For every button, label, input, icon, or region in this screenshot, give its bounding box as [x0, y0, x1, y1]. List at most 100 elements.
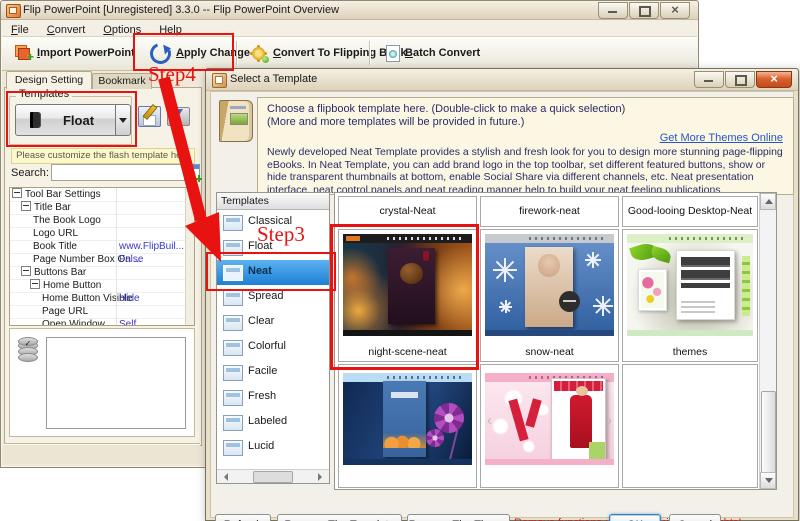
template-description: Newly developed Neat Template provides a…	[267, 146, 784, 196]
template-grid-vscrollbar[interactable]	[759, 193, 776, 489]
template-item-clear[interactable]: Clear	[217, 310, 329, 335]
collapse-icon[interactable]	[12, 188, 22, 198]
template-cell-snow-neat[interactable]: snow-neat	[480, 229, 619, 362]
template-item-spread[interactable]: Spread	[217, 285, 329, 310]
save-template-icon[interactable]	[138, 106, 161, 127]
property-grid-scrollbar[interactable]	[185, 188, 194, 325]
tab-bookmark[interactable]: Bookmark	[92, 73, 152, 89]
import-powerpoint-button[interactable]: + Import PowerPoint	[8, 40, 142, 66]
thumb-magazine-cover	[551, 378, 606, 461]
apply-change-label: Apply Change	[176, 47, 250, 59]
property-row[interactable]: Buttons Bar	[10, 266, 186, 280]
thumb-red-dress	[570, 395, 592, 448]
property-row[interactable]: The Book Logo	[10, 214, 186, 228]
chevron-left-icon: ‹	[487, 412, 492, 429]
preview-box	[46, 337, 186, 429]
menubar: FileConvertOptionsHelp	[2, 20, 697, 37]
intro-line-2: (More and more templates will be provide…	[267, 116, 784, 129]
collapse-icon[interactable]	[21, 201, 31, 211]
template-cell-themes[interactable]: themes	[622, 229, 758, 362]
property-row[interactable]: Logo URL	[10, 227, 186, 241]
night-scene-neat-thumbnail	[343, 234, 472, 336]
chevron-down-icon[interactable]	[115, 104, 131, 136]
template-cell-row3-2[interactable]: ‹ ›	[480, 364, 619, 488]
search-input[interactable]	[51, 164, 185, 181]
template-item-labeled[interactable]: Labeled	[217, 410, 329, 435]
template-item-classical[interactable]: Classical	[217, 210, 329, 235]
minimize-button[interactable]	[598, 2, 628, 19]
close-button[interactable]: ×	[660, 2, 690, 19]
scrollbar-thumb[interactable]	[761, 391, 776, 473]
template-info-box: Choose a flipbook template here. (Double…	[257, 97, 794, 195]
property-row[interactable]: Home Button VisibleHide	[10, 292, 186, 306]
collapse-icon[interactable]	[30, 279, 40, 289]
preview-panel: ✓	[9, 328, 195, 437]
dialog-body: Choose a flipbook template here. (Double…	[210, 91, 794, 518]
search-label: Search:	[11, 167, 49, 179]
maximize-button[interactable]	[629, 2, 659, 19]
template-cell-firework-neat[interactable]: firework-neat	[480, 196, 619, 227]
book-icon	[30, 112, 41, 128]
search-icon[interactable]	[185, 164, 200, 180]
dialog-maximize-button[interactable]	[725, 71, 755, 88]
template-cell-crystal-neat[interactable]: crystal-Neat	[338, 196, 477, 227]
remove-theme-button[interactable]: Remove The Theme	[407, 514, 510, 521]
template-thumb-icon	[223, 240, 243, 256]
template-thumb-icon	[223, 215, 243, 231]
template-item-neat[interactable]: Neat	[217, 260, 329, 285]
thumb-photo	[525, 247, 573, 327]
template-list-hscrollbar[interactable]	[217, 469, 329, 483]
apply-change-icon	[147, 39, 175, 67]
thumb-flower-card	[638, 269, 666, 312]
template-item-float[interactable]: Float	[217, 235, 329, 260]
main-titlebar[interactable]: Flip PowerPoint [Unregistered] 3.3.0 -- …	[1, 1, 698, 20]
batch-convert-label: Batch Convert	[405, 47, 480, 59]
property-row[interactable]: Tool Bar Settings	[10, 188, 186, 202]
remove-template-button[interactable]: Remove The Template	[277, 514, 402, 521]
property-row[interactable]: Book Titlewww.FlipBuil...	[10, 240, 186, 254]
chevron-right-icon: ›	[607, 412, 612, 429]
scroll-down-icon[interactable]	[760, 472, 776, 489]
scroll-up-icon[interactable]	[760, 193, 776, 210]
template-cell-night-scene-neat[interactable]: night-scene-neat	[338, 229, 477, 362]
menu-file[interactable]: File	[2, 23, 38, 38]
refresh-button[interactable]: Refresh	[215, 514, 271, 521]
menu-convert[interactable]: Convert	[38, 23, 95, 38]
menu-options[interactable]: Options	[94, 23, 150, 38]
template-cell-good-looing-desktop-neat[interactable]: Good-looing Desktop-Neat	[622, 196, 758, 227]
property-row[interactable]: Page URL	[10, 305, 186, 319]
dialog-title: Select a Template	[230, 73, 317, 85]
cancel-button[interactable]: Cancel	[669, 514, 721, 521]
template-cell-row3-3-empty[interactable]	[622, 364, 758, 488]
apply-change-button[interactable]: Apply Change	[143, 40, 257, 66]
template-item-fresh[interactable]: Fresh	[217, 385, 329, 410]
template-caption: crystal-Neat	[339, 197, 476, 225]
template-cell-row3-1[interactable]	[338, 364, 477, 488]
tab-design-setting[interactable]: Design Setting	[6, 71, 92, 89]
template-select-button[interactable]: Float	[15, 104, 117, 136]
get-more-themes-link[interactable]: Get More Themes Online	[660, 132, 783, 145]
property-row[interactable]: Open WindowSelf	[10, 318, 186, 326]
dialog-minimize-button[interactable]	[694, 71, 724, 88]
import-template-icon[interactable]	[167, 107, 190, 126]
collapse-icon[interactable]	[21, 266, 31, 276]
property-row[interactable]: Title Bar	[10, 201, 186, 215]
scrollbar-thumb[interactable]	[253, 471, 293, 483]
batch-convert-button[interactable]: Batch Convert	[379, 40, 487, 66]
template-list-header: Templates	[217, 193, 329, 210]
dialog-titlebar[interactable]: Select a Template ×	[206, 69, 798, 91]
import-powerpoint-icon: +	[15, 45, 32, 61]
menu-help[interactable]: Help	[150, 23, 191, 38]
template-item-lucid[interactable]: Lucid	[217, 435, 329, 460]
template-item-colorful[interactable]: Colorful	[217, 335, 329, 360]
scroll-right-icon[interactable]	[318, 473, 326, 481]
dialog-close-button[interactable]: ×	[756, 71, 792, 88]
template-item-facile[interactable]: Facile	[217, 360, 329, 385]
scroll-left-icon[interactable]	[220, 473, 228, 481]
template-select-label: Float	[41, 113, 116, 128]
ok-button[interactable]: OK	[609, 514, 661, 521]
flipbook-icon	[219, 100, 253, 142]
property-row[interactable]: Home Button	[10, 279, 186, 293]
template-thumb-icon	[223, 440, 243, 456]
property-row[interactable]: Page Number Box On ...False	[10, 253, 186, 267]
